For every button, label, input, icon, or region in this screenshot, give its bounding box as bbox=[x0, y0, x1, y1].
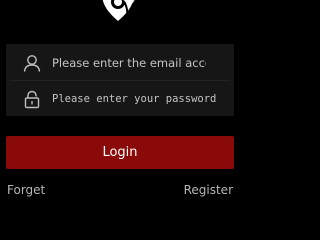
app-logo bbox=[96, 0, 144, 24]
login-form bbox=[6, 44, 234, 116]
lock-icon bbox=[22, 89, 42, 109]
email-row bbox=[6, 45, 234, 80]
password-row bbox=[6, 81, 234, 116]
user-icon bbox=[22, 53, 42, 73]
login-button[interactable]: Login bbox=[6, 136, 234, 169]
location-pin-logo bbox=[102, 0, 135, 21]
forget-password-link[interactable]: Forget bbox=[7, 183, 45, 197]
email-field[interactable] bbox=[52, 52, 206, 73]
password-field[interactable] bbox=[52, 88, 222, 109]
register-link[interactable]: Register bbox=[184, 183, 233, 197]
